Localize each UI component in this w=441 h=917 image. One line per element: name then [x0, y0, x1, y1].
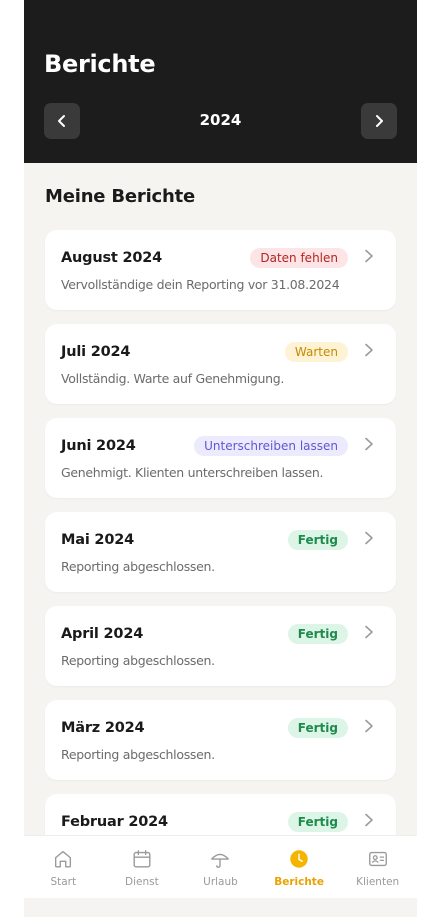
report-month: Juli 2024	[61, 344, 131, 360]
next-year-button[interactable]	[361, 103, 397, 139]
report-description: Reporting abgeschlossen.	[61, 653, 215, 668]
chevron-right-icon	[365, 437, 373, 451]
bottom-tab-bar: Start Dienst Urlaub Berichte Klienten	[24, 835, 417, 898]
status-badge: Warten	[284, 342, 348, 362]
chevron-right-icon	[365, 719, 373, 733]
tab-klienten[interactable]: Klienten	[338, 836, 417, 898]
report-card[interactable]: März 2024 Fertig Reporting abgeschlossen…	[45, 700, 396, 780]
report-card[interactable]: April 2024 Fertig Reporting abgeschlosse…	[45, 606, 396, 686]
tab-label: Urlaub	[203, 876, 238, 888]
report-card[interactable]: Mai 2024 Fertig Reporting abgeschlossen.	[45, 512, 396, 592]
report-card[interactable]: Juni 2024 Unterschreiben lassen Genehmig…	[45, 418, 396, 498]
chevron-right-icon	[365, 813, 373, 827]
status-badge: Fertig	[287, 530, 348, 550]
report-month: Februar 2024	[61, 814, 168, 830]
report-month: August 2024	[61, 250, 163, 266]
tab-start[interactable]: Start	[24, 836, 103, 898]
tab-label: Dienst	[125, 876, 159, 888]
calendar-icon	[133, 850, 151, 868]
tab-dienst[interactable]: Dienst	[103, 836, 182, 898]
status-badge: Daten fehlen	[250, 248, 348, 268]
tab-berichte[interactable]: Berichte	[260, 836, 339, 898]
chevron-right-icon	[365, 249, 373, 263]
chevron-right-icon	[365, 343, 373, 357]
chevron-right-icon	[365, 531, 373, 545]
tab-label: Start	[50, 876, 77, 888]
chevron-right-icon	[365, 625, 373, 639]
tab-label: Berichte	[274, 876, 324, 888]
report-list: August 2024 Daten fehlen Vervollständige…	[45, 230, 396, 888]
report-month: Mai 2024	[61, 532, 134, 548]
report-month: April 2024	[61, 626, 144, 642]
status-badge: Fertig	[287, 812, 348, 832]
app-screen: Berichte 2024 Meine Berichte August 2024…	[24, 0, 417, 917]
tab-label: Klienten	[356, 876, 400, 888]
status-badge: Fertig	[287, 624, 348, 644]
id-card-icon	[368, 851, 387, 867]
report-month: März 2024	[61, 720, 145, 736]
status-badge: Fertig	[287, 718, 348, 738]
report-description: Vervollständige dein Reporting vor 31.08…	[61, 277, 340, 292]
chevron-right-icon	[376, 115, 383, 127]
page-title: Berichte	[44, 50, 156, 78]
status-badge: Unterschreiben lassen	[194, 436, 348, 456]
home-icon	[55, 850, 72, 868]
umbrella-icon	[211, 853, 230, 868]
report-month: Juni 2024	[61, 438, 136, 454]
tab-urlaub[interactable]: Urlaub	[181, 836, 260, 898]
header: Berichte 2024	[24, 0, 417, 163]
year-label: 2024	[199, 111, 242, 129]
report-description: Vollständig. Warte auf Genehmigung.	[61, 371, 285, 386]
section-title: Meine Berichte	[45, 186, 196, 207]
report-card[interactable]: August 2024 Daten fehlen Vervollständige…	[45, 230, 396, 310]
report-description: Genehmigt. Klienten unterschreiben lasse…	[61, 465, 324, 480]
clock-icon	[290, 850, 308, 868]
report-card[interactable]: Juli 2024 Warten Vollständig. Warte auf …	[45, 324, 396, 404]
report-description: Reporting abgeschlossen.	[61, 559, 215, 574]
report-description: Reporting abgeschlossen.	[61, 747, 215, 762]
